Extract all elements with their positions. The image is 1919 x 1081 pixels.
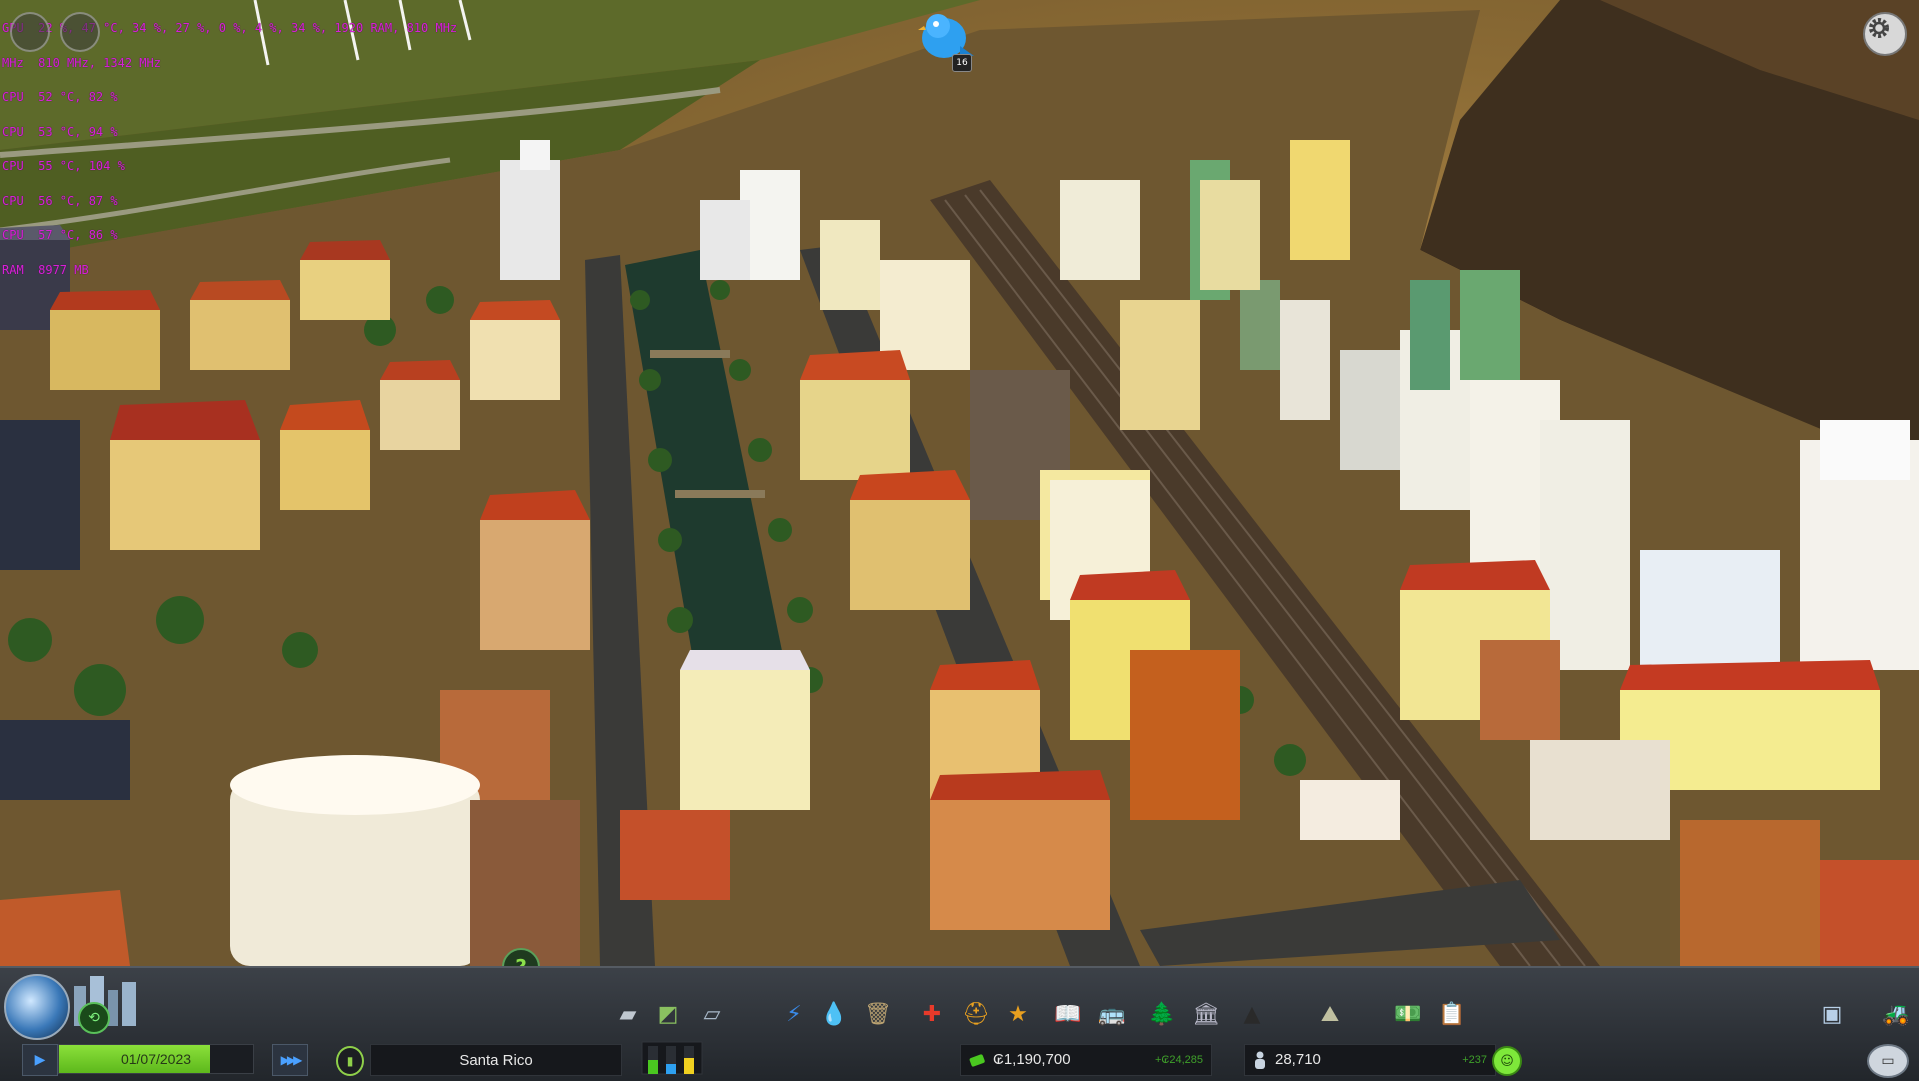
- bus-icon: 🚌: [1098, 1001, 1126, 1027]
- road-icon: ▰: [619, 1001, 637, 1027]
- fire-tool[interactable]: ⛑: [960, 998, 992, 1030]
- monument-icon: 🏛: [1192, 1001, 1220, 1027]
- zoom-out-button[interactable]: [60, 12, 100, 52]
- book-icon: 📖: [1054, 1001, 1082, 1027]
- districts-tool[interactable]: ▱: [696, 998, 728, 1030]
- money-amount: ₢1,190,700: [993, 1051, 1071, 1068]
- water-drop-icon: 💧: [820, 1001, 848, 1027]
- policies-tool[interactable]: 📋: [1436, 998, 1468, 1030]
- play-icon: ▶: [34, 1052, 46, 1068]
- lightning-icon: ⚡: [786, 1001, 802, 1027]
- bottom-toolbar: ⟲ ▶ 01/07/2023 ▶▶▶ ▮ Santa Rico ₢1,190,7…: [0, 966, 1919, 1081]
- info-icon: ▮: [346, 1054, 354, 1068]
- population-growth: +237: [1462, 1054, 1487, 1066]
- money-panel[interactable]: ₢1,190,700 +₢24,285: [960, 1044, 1212, 1076]
- perf-line: CPU 55 °C, 104 %: [2, 159, 125, 173]
- city-info-button[interactable]: ▮: [336, 1046, 364, 1076]
- water-tool[interactable]: 💧: [818, 998, 850, 1030]
- monuments-tool[interactable]: ▲: [1236, 998, 1268, 1030]
- money-icon: 💵: [1394, 1001, 1422, 1027]
- garbage-icon: 🗑: [864, 1001, 892, 1027]
- settings-button[interactable]: [1863, 12, 1907, 56]
- milestone-unlock-button[interactable]: ⟲: [78, 1002, 110, 1034]
- question-mark-icon: ?: [515, 955, 527, 966]
- citizen-icon: [1255, 1051, 1265, 1069]
- perf-line: CPU 56 °C, 87 %: [2, 193, 118, 208]
- perf-line: CPU 53 °C, 94 %: [2, 124, 118, 139]
- happiness-icon[interactable]: ☺: [1492, 1046, 1522, 1076]
- population-panel[interactable]: 28,710 +237: [1244, 1044, 1496, 1076]
- perf-line: CPU 57 °C, 86 %: [2, 228, 118, 242]
- zoning-tool[interactable]: ◩: [652, 998, 684, 1030]
- camera-icon: ▭: [1881, 1053, 1895, 1069]
- electricity-tool[interactable]: ⚡: [778, 998, 810, 1030]
- education-tool[interactable]: 📖: [1052, 998, 1084, 1030]
- gear-icon: [1869, 18, 1889, 38]
- zoning-icon: ◩: [657, 1001, 679, 1027]
- transport-tool[interactable]: 🚌: [1096, 998, 1128, 1030]
- healthcare-icon: ✚: [922, 1001, 942, 1027]
- population-count: 28,710: [1275, 1051, 1321, 1068]
- date-label: 01/07/2023: [120, 1051, 192, 1067]
- police-tool[interactable]: ★: [1002, 998, 1034, 1030]
- roads-tool[interactable]: ▰: [612, 998, 644, 1030]
- clipboard-icon: 📋: [1438, 1001, 1466, 1027]
- fire-helmet-icon: ⛑: [962, 1001, 990, 1027]
- date-progress: 01/07/2023: [58, 1044, 254, 1074]
- money-income: +₢24,285: [1154, 1054, 1203, 1066]
- city-viewport[interactable]: GPU 22 %, 47 °C, 34 %, 27 %, 0 %, 4 %, 3…: [0, 0, 1919, 966]
- tree-icon: 🌲: [1148, 1001, 1176, 1027]
- fast-forward-icon: ▶▶▶: [280, 1053, 303, 1067]
- chirper-badge: 16: [952, 54, 972, 72]
- city-name[interactable]: Santa Rico: [370, 1044, 622, 1076]
- police-badge-icon: ★: [1008, 1001, 1028, 1027]
- garbage-tool[interactable]: 🗑: [862, 998, 894, 1030]
- perf-line: RAM 8977 MB: [2, 262, 89, 277]
- parks-tool[interactable]: 🌲: [1146, 998, 1178, 1030]
- info-views-icon: ▣: [1821, 1001, 1843, 1027]
- perf-line: MHz 810 MHz, 1342 MHz: [2, 55, 161, 70]
- zoom-in-button[interactable]: [10, 12, 50, 52]
- unique-buildings-tool[interactable]: 🏛: [1190, 998, 1222, 1030]
- chirper-button[interactable]: 16: [916, 8, 976, 72]
- play-pause-button[interactable]: ▶: [22, 1044, 58, 1076]
- speed-button[interactable]: ▶▶▶: [272, 1044, 308, 1076]
- district-icon: ▱: [703, 1001, 721, 1027]
- bulldozer-tool[interactable]: 🚜: [1880, 998, 1912, 1030]
- info-views-tool[interactable]: ▣: [1816, 998, 1848, 1030]
- lock-open-icon: ⟲: [88, 1010, 100, 1026]
- free-camera-button[interactable]: ▭: [1867, 1044, 1909, 1078]
- landscaping-tool[interactable]: ⛰: [1314, 998, 1346, 1030]
- paradox-globe-logo[interactable]: [4, 974, 70, 1040]
- landscaping-icon: ⛰: [1320, 1001, 1340, 1027]
- bulldozer-icon: 🚜: [1882, 1001, 1910, 1027]
- healthcare-tool[interactable]: ✚: [916, 998, 948, 1030]
- perf-line: CPU 52 °C, 82 %: [2, 90, 118, 104]
- pyramid-icon: ▲: [1243, 1001, 1261, 1027]
- money-icon: [969, 1054, 985, 1067]
- economy-tool[interactable]: 💵: [1392, 998, 1424, 1030]
- rci-demand-meter: [641, 1041, 703, 1075]
